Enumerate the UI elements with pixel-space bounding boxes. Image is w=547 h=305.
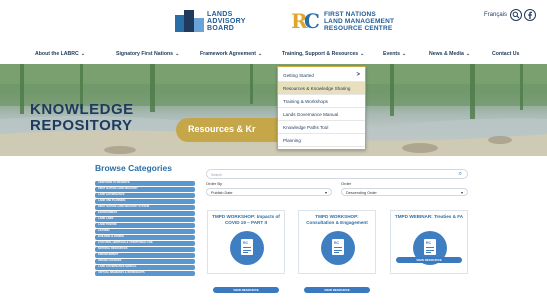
menu-item-knowledge-paths-tool[interactable]: Knowledge Paths Tool bbox=[278, 121, 365, 134]
category-item[interactable]: ADDITIONS TO RESERVE bbox=[95, 181, 195, 186]
category-item[interactable]: CULTURAL HERITAGE & TRADITIONAL USE bbox=[95, 241, 195, 246]
category-item[interactable]: FIRST NATION LAND REGISTRY SYSTEM bbox=[95, 205, 195, 210]
category-item[interactable]: LAND USE PLANNING bbox=[95, 199, 195, 204]
category-item[interactable]: ENFORCEMENT bbox=[95, 253, 195, 258]
document-icon: RC bbox=[230, 231, 264, 265]
category-item[interactable]: LAND LAWS bbox=[95, 217, 195, 222]
nav-item-about[interactable]: About the LABRC ⌄ bbox=[35, 51, 85, 57]
facebook-icon[interactable] bbox=[524, 9, 536, 21]
caret-down-icon: ▾ bbox=[460, 190, 463, 195]
category-item[interactable]: ENVIRONMENT bbox=[95, 211, 195, 216]
category-item[interactable]: LEASING bbox=[95, 229, 195, 234]
resource-card-title[interactable]: TMPD WORKSHOP: Consultation & Engagement bbox=[301, 214, 373, 225]
category-item[interactable]: NATURAL RESOURCES bbox=[95, 247, 195, 252]
nav-item-events[interactable]: Events ⌄ bbox=[383, 51, 406, 57]
resource-card-title[interactable]: TMPD WORKSHOP: Impacts of COVID 19 – PAR… bbox=[210, 214, 282, 225]
resource-card[interactable]: TMPD WORKSHOP: Impacts of COVID 19 – PAR… bbox=[207, 210, 285, 274]
nav-item-framework[interactable]: Framework Agreement ⌄ bbox=[200, 51, 262, 57]
menu-item-training-workshops[interactable]: Training & Workshops bbox=[278, 95, 365, 108]
nav-item-contact[interactable]: Contact Us bbox=[492, 51, 519, 57]
nav-item-signatory[interactable]: Signatory First Nations ⌄ bbox=[116, 51, 179, 57]
main-nav: About the LABRC ⌄ Signatory First Nations… bbox=[0, 44, 547, 64]
menu-item-planning[interactable]: Planning bbox=[278, 134, 365, 147]
chevron-down-icon: ⌄ bbox=[80, 51, 86, 57]
order-select[interactable]: Descending Order ▾ bbox=[341, 188, 468, 196]
category-item[interactable]: BUILDING & ZONING bbox=[95, 235, 195, 240]
menu-item-getting-started[interactable]: Getting Started > bbox=[278, 69, 365, 82]
lab-logo[interactable]: LANDS ADVISORY BOARD bbox=[175, 10, 246, 32]
lab-logo-text: LANDS ADVISORY BOARD bbox=[207, 10, 246, 32]
nav-item-training[interactable]: Training, Support & Resources ⌄ bbox=[282, 51, 364, 57]
view-resource-button[interactable]: VIEW RESOURCE bbox=[396, 257, 462, 263]
caret-down-icon: ▾ bbox=[324, 190, 327, 195]
menu-item-resources-knowledge-sharing[interactable]: Resources & Knowledge Sharing bbox=[278, 82, 365, 95]
lab-logo-mark bbox=[175, 10, 204, 32]
rc-logo-text: FIRST NATIONS LAND MANAGEMENT RESOURCE C… bbox=[324, 10, 395, 32]
resource-card[interactable]: TMPD WEBINAR: Treaties & FA RC bbox=[390, 210, 468, 274]
page-title: KNOWLEDGE REPOSITORY bbox=[30, 101, 134, 134]
chevron-down-icon: ⌄ bbox=[175, 51, 180, 57]
resource-card-title[interactable]: TMPD WEBINAR: Treaties & FA bbox=[393, 214, 465, 220]
category-item[interactable]: LAND TENURE bbox=[95, 223, 195, 228]
header: LANDS ADVISORY BOARD RC FIRST NATIONS LA… bbox=[0, 0, 547, 44]
training-dropdown-menu: Getting Started > Resources & Knowledge … bbox=[277, 66, 366, 150]
browse-categories-heading: Browse Categories bbox=[95, 163, 172, 173]
document-icon: RC bbox=[321, 231, 355, 265]
order-by-label: Order By bbox=[206, 181, 223, 186]
chevron-down-icon: ⌄ bbox=[402, 51, 407, 57]
chevron-down-icon: ⌄ bbox=[258, 51, 263, 57]
rc-logo-mark: RC bbox=[291, 9, 320, 33]
view-resource-button[interactable]: VIEW RESOURCE bbox=[213, 287, 279, 293]
nav-item-news[interactable]: News & Media ⌄ bbox=[429, 51, 470, 57]
rc-logo[interactable]: RC FIRST NATIONS LAND MANAGEMENT RESOURC… bbox=[291, 10, 394, 32]
order-label: Order bbox=[341, 181, 352, 186]
category-item[interactable]: LAND GOVERNANCE MANUAL bbox=[95, 265, 195, 270]
chevron-right-icon: > bbox=[356, 72, 360, 78]
search-input[interactable]: Search ⌕ bbox=[206, 169, 468, 179]
chevron-down-icon: ⌄ bbox=[360, 51, 365, 57]
search-icon[interactable] bbox=[510, 9, 522, 21]
chevron-down-icon: ⌄ bbox=[465, 51, 471, 57]
category-item[interactable]: VIRTUAL WEBINARS & WORKSHOPS bbox=[95, 271, 195, 276]
language-link[interactable]: Français bbox=[484, 12, 507, 18]
search-icon[interactable]: ⌕ bbox=[459, 171, 462, 178]
category-item[interactable]: LAND GOVERNANCE bbox=[95, 193, 195, 198]
view-resource-button[interactable]: VIEW RESOURCE bbox=[304, 287, 370, 293]
order-by-select[interactable]: Publish Date ▾ bbox=[206, 188, 332, 196]
hero-banner: KNOWLEDGE REPOSITORY Resources & Kr bbox=[0, 64, 547, 156]
category-item[interactable]: FIRST NATION LAND REGISTRY bbox=[95, 187, 195, 192]
resource-card[interactable]: TMPD WORKSHOP: Consultation & Engagement… bbox=[298, 210, 376, 274]
category-item[interactable]: ONLINE COURSES bbox=[95, 259, 195, 264]
menu-item-lands-governance-manual[interactable]: Lands Governance Manual bbox=[278, 108, 365, 121]
